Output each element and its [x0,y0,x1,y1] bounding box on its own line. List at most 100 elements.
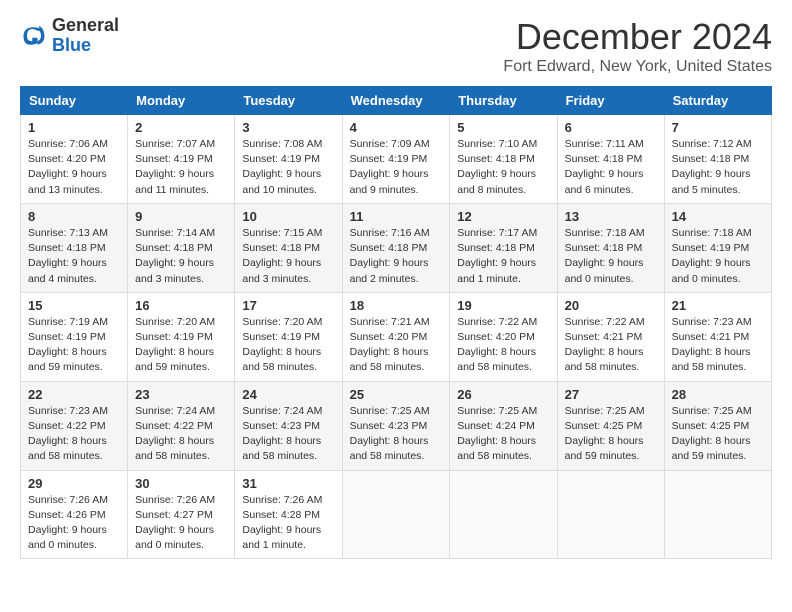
calendar-cell: 9 Sunrise: 7:14 AMSunset: 4:18 PMDaylight… [128,203,235,292]
calendar-cell: 3 Sunrise: 7:08 AMSunset: 4:19 PMDaylight… [235,115,342,204]
day-info: Sunrise: 7:19 AMSunset: 4:19 PMDaylight:… [28,316,108,374]
day-info: Sunrise: 7:25 AMSunset: 4:25 PMDaylight:… [565,405,645,463]
calendar-cell: 24 Sunrise: 7:24 AMSunset: 4:23 PMDayligh… [235,381,342,470]
calendar-cell: 15Sunrise: 7:19 AMSunset: 4:19 PMDayligh… [21,292,128,381]
day-info: Sunrise: 7:25 AMSunset: 4:24 PMDaylight:… [457,405,537,463]
day-number: 17 [242,298,334,313]
day-number: 12 [457,209,549,224]
day-info: Sunrise: 7:20 AMSunset: 4:19 PMDaylight:… [242,316,322,374]
calendar-cell: 25Sunrise: 7:25 AMSunset: 4:23 PMDayligh… [342,381,450,470]
calendar-cell: 22 Sunrise: 7:23 AMSunset: 4:22 PMDayligh… [21,381,128,470]
day-info: Sunrise: 7:08 AMSunset: 4:19 PMDaylight:… [242,138,322,196]
col-thursday: Thursday [450,87,557,115]
calendar-cell: 4 Sunrise: 7:09 AMSunset: 4:19 PMDaylight… [342,115,450,204]
day-number: 8 [28,209,120,224]
month-title: December 2024 [503,16,772,58]
day-info: Sunrise: 7:17 AMSunset: 4:18 PMDaylight:… [457,227,537,285]
calendar-cell [450,470,557,559]
col-wednesday: Wednesday [342,87,450,115]
calendar-cell: 19 Sunrise: 7:22 AMSunset: 4:20 PMDayligh… [450,292,557,381]
day-number: 31 [242,476,334,491]
calendar-cell: 26 Sunrise: 7:25 AMSunset: 4:24 PMDayligh… [450,381,557,470]
day-number: 9 [135,209,227,224]
day-info: Sunrise: 7:24 AMSunset: 4:23 PMDaylight:… [242,405,322,463]
calendar-cell: 20 Sunrise: 7:22 AMSunset: 4:21 PMDayligh… [557,292,664,381]
day-info: Sunrise: 7:09 AMSunset: 4:19 PMDaylight:… [350,138,430,196]
day-number: 2 [135,120,227,135]
day-number: 19 [457,298,549,313]
day-info: Sunrise: 7:21 AMSunset: 4:20 PMDaylight:… [350,316,430,374]
day-number: 26 [457,387,549,402]
calendar-cell [664,470,771,559]
day-info: Sunrise: 7:07 AMSunset: 4:19 PMDaylight:… [135,138,215,196]
calendar-cell: 17 Sunrise: 7:20 AMSunset: 4:19 PMDayligh… [235,292,342,381]
calendar-week-4: 22 Sunrise: 7:23 AMSunset: 4:22 PMDayligh… [21,381,772,470]
calendar-cell: 16 Sunrise: 7:20 AMSunset: 4:19 PMDayligh… [128,292,235,381]
day-number: 10 [242,209,334,224]
day-number: 14 [672,209,764,224]
day-number: 4 [350,120,443,135]
calendar-cell: 13 Sunrise: 7:18 AMSunset: 4:18 PMDayligh… [557,203,664,292]
day-info: Sunrise: 7:23 AMSunset: 4:22 PMDaylight:… [28,405,108,463]
calendar-week-3: 15Sunrise: 7:19 AMSunset: 4:19 PMDayligh… [21,292,772,381]
day-info: Sunrise: 7:06 AMSunset: 4:20 PMDaylight:… [28,138,108,196]
day-number: 20 [565,298,657,313]
day-info: Sunrise: 7:11 AMSunset: 4:18 PMDaylight:… [565,138,644,196]
calendar-cell: 30Sunrise: 7:26 AMSunset: 4:27 PMDayligh… [128,470,235,559]
calendar-cell [557,470,664,559]
calendar-cell: 14 Sunrise: 7:18 AMSunset: 4:19 PMDayligh… [664,203,771,292]
day-info: Sunrise: 7:14 AMSunset: 4:18 PMDaylight:… [135,227,215,285]
calendar-cell: 29 Sunrise: 7:26 AMSunset: 4:26 PMDayligh… [21,470,128,559]
day-number: 16 [135,298,227,313]
calendar-cell: 23Sunrise: 7:24 AMSunset: 4:22 PMDayligh… [128,381,235,470]
title-area: December 2024 Fort Edward, New York, Uni… [503,16,772,76]
calendar-cell: 6 Sunrise: 7:11 AMSunset: 4:18 PMDaylight… [557,115,664,204]
calendar-cell: 18Sunrise: 7:21 AMSunset: 4:20 PMDayligh… [342,292,450,381]
day-info: Sunrise: 7:18 AMSunset: 4:19 PMDaylight:… [672,227,752,285]
day-number: 29 [28,476,120,491]
day-info: Sunrise: 7:25 AMSunset: 4:25 PMDaylight:… [672,405,752,463]
logo-icon [20,22,48,50]
calendar-header-row: Sunday Monday Tuesday Wednesday Thursday… [21,87,772,115]
calendar-cell: 10 Sunrise: 7:15 AMSunset: 4:18 PMDayligh… [235,203,342,292]
day-number: 6 [565,120,657,135]
day-info: Sunrise: 7:23 AMSunset: 4:21 PMDaylight:… [672,316,752,374]
day-number: 3 [242,120,334,135]
day-number: 22 [28,387,120,402]
day-info: Sunrise: 7:20 AMSunset: 4:19 PMDaylight:… [135,316,215,374]
logo-blue: Blue [52,36,119,56]
col-friday: Friday [557,87,664,115]
day-number: 11 [350,209,443,224]
calendar-cell: 21Sunrise: 7:23 AMSunset: 4:21 PMDayligh… [664,292,771,381]
day-info: Sunrise: 7:15 AMSunset: 4:18 PMDaylight:… [242,227,322,285]
calendar-cell: 2 Sunrise: 7:07 AMSunset: 4:19 PMDaylight… [128,115,235,204]
col-tuesday: Tuesday [235,87,342,115]
day-info: Sunrise: 7:26 AMSunset: 4:26 PMDaylight:… [28,494,108,552]
page-header: General Blue December 2024 Fort Edward, … [20,16,772,76]
day-info: Sunrise: 7:22 AMSunset: 4:21 PMDaylight:… [565,316,645,374]
day-number: 23 [135,387,227,402]
col-monday: Monday [128,87,235,115]
day-number: 13 [565,209,657,224]
day-info: Sunrise: 7:10 AMSunset: 4:18 PMDaylight:… [457,138,537,196]
day-number: 24 [242,387,334,402]
calendar-week-5: 29 Sunrise: 7:26 AMSunset: 4:26 PMDayligh… [21,470,772,559]
day-info: Sunrise: 7:13 AMSunset: 4:18 PMDaylight:… [28,227,108,285]
day-info: Sunrise: 7:26 AMSunset: 4:28 PMDaylight:… [242,494,322,552]
logo-general: General [52,16,119,36]
day-number: 25 [350,387,443,402]
calendar-cell: 5Sunrise: 7:10 AMSunset: 4:18 PMDaylight… [450,115,557,204]
day-info: Sunrise: 7:22 AMSunset: 4:20 PMDaylight:… [457,316,537,374]
location-title: Fort Edward, New York, United States [503,58,772,76]
logo: General Blue [20,16,119,56]
calendar-table: Sunday Monday Tuesday Wednesday Thursday… [20,86,772,559]
day-number: 7 [672,120,764,135]
calendar-cell: 8 Sunrise: 7:13 AMSunset: 4:18 PMDaylight… [21,203,128,292]
day-number: 30 [135,476,227,491]
calendar-cell: 28 Sunrise: 7:25 AMSunset: 4:25 PMDayligh… [664,381,771,470]
calendar-cell: 31 Sunrise: 7:26 AMSunset: 4:28 PMDayligh… [235,470,342,559]
day-info: Sunrise: 7:16 AMSunset: 4:18 PMDaylight:… [350,227,430,285]
day-number: 28 [672,387,764,402]
calendar-cell: 1Sunrise: 7:06 AMSunset: 4:20 PMDaylight… [21,115,128,204]
day-info: Sunrise: 7:18 AMSunset: 4:18 PMDaylight:… [565,227,645,285]
